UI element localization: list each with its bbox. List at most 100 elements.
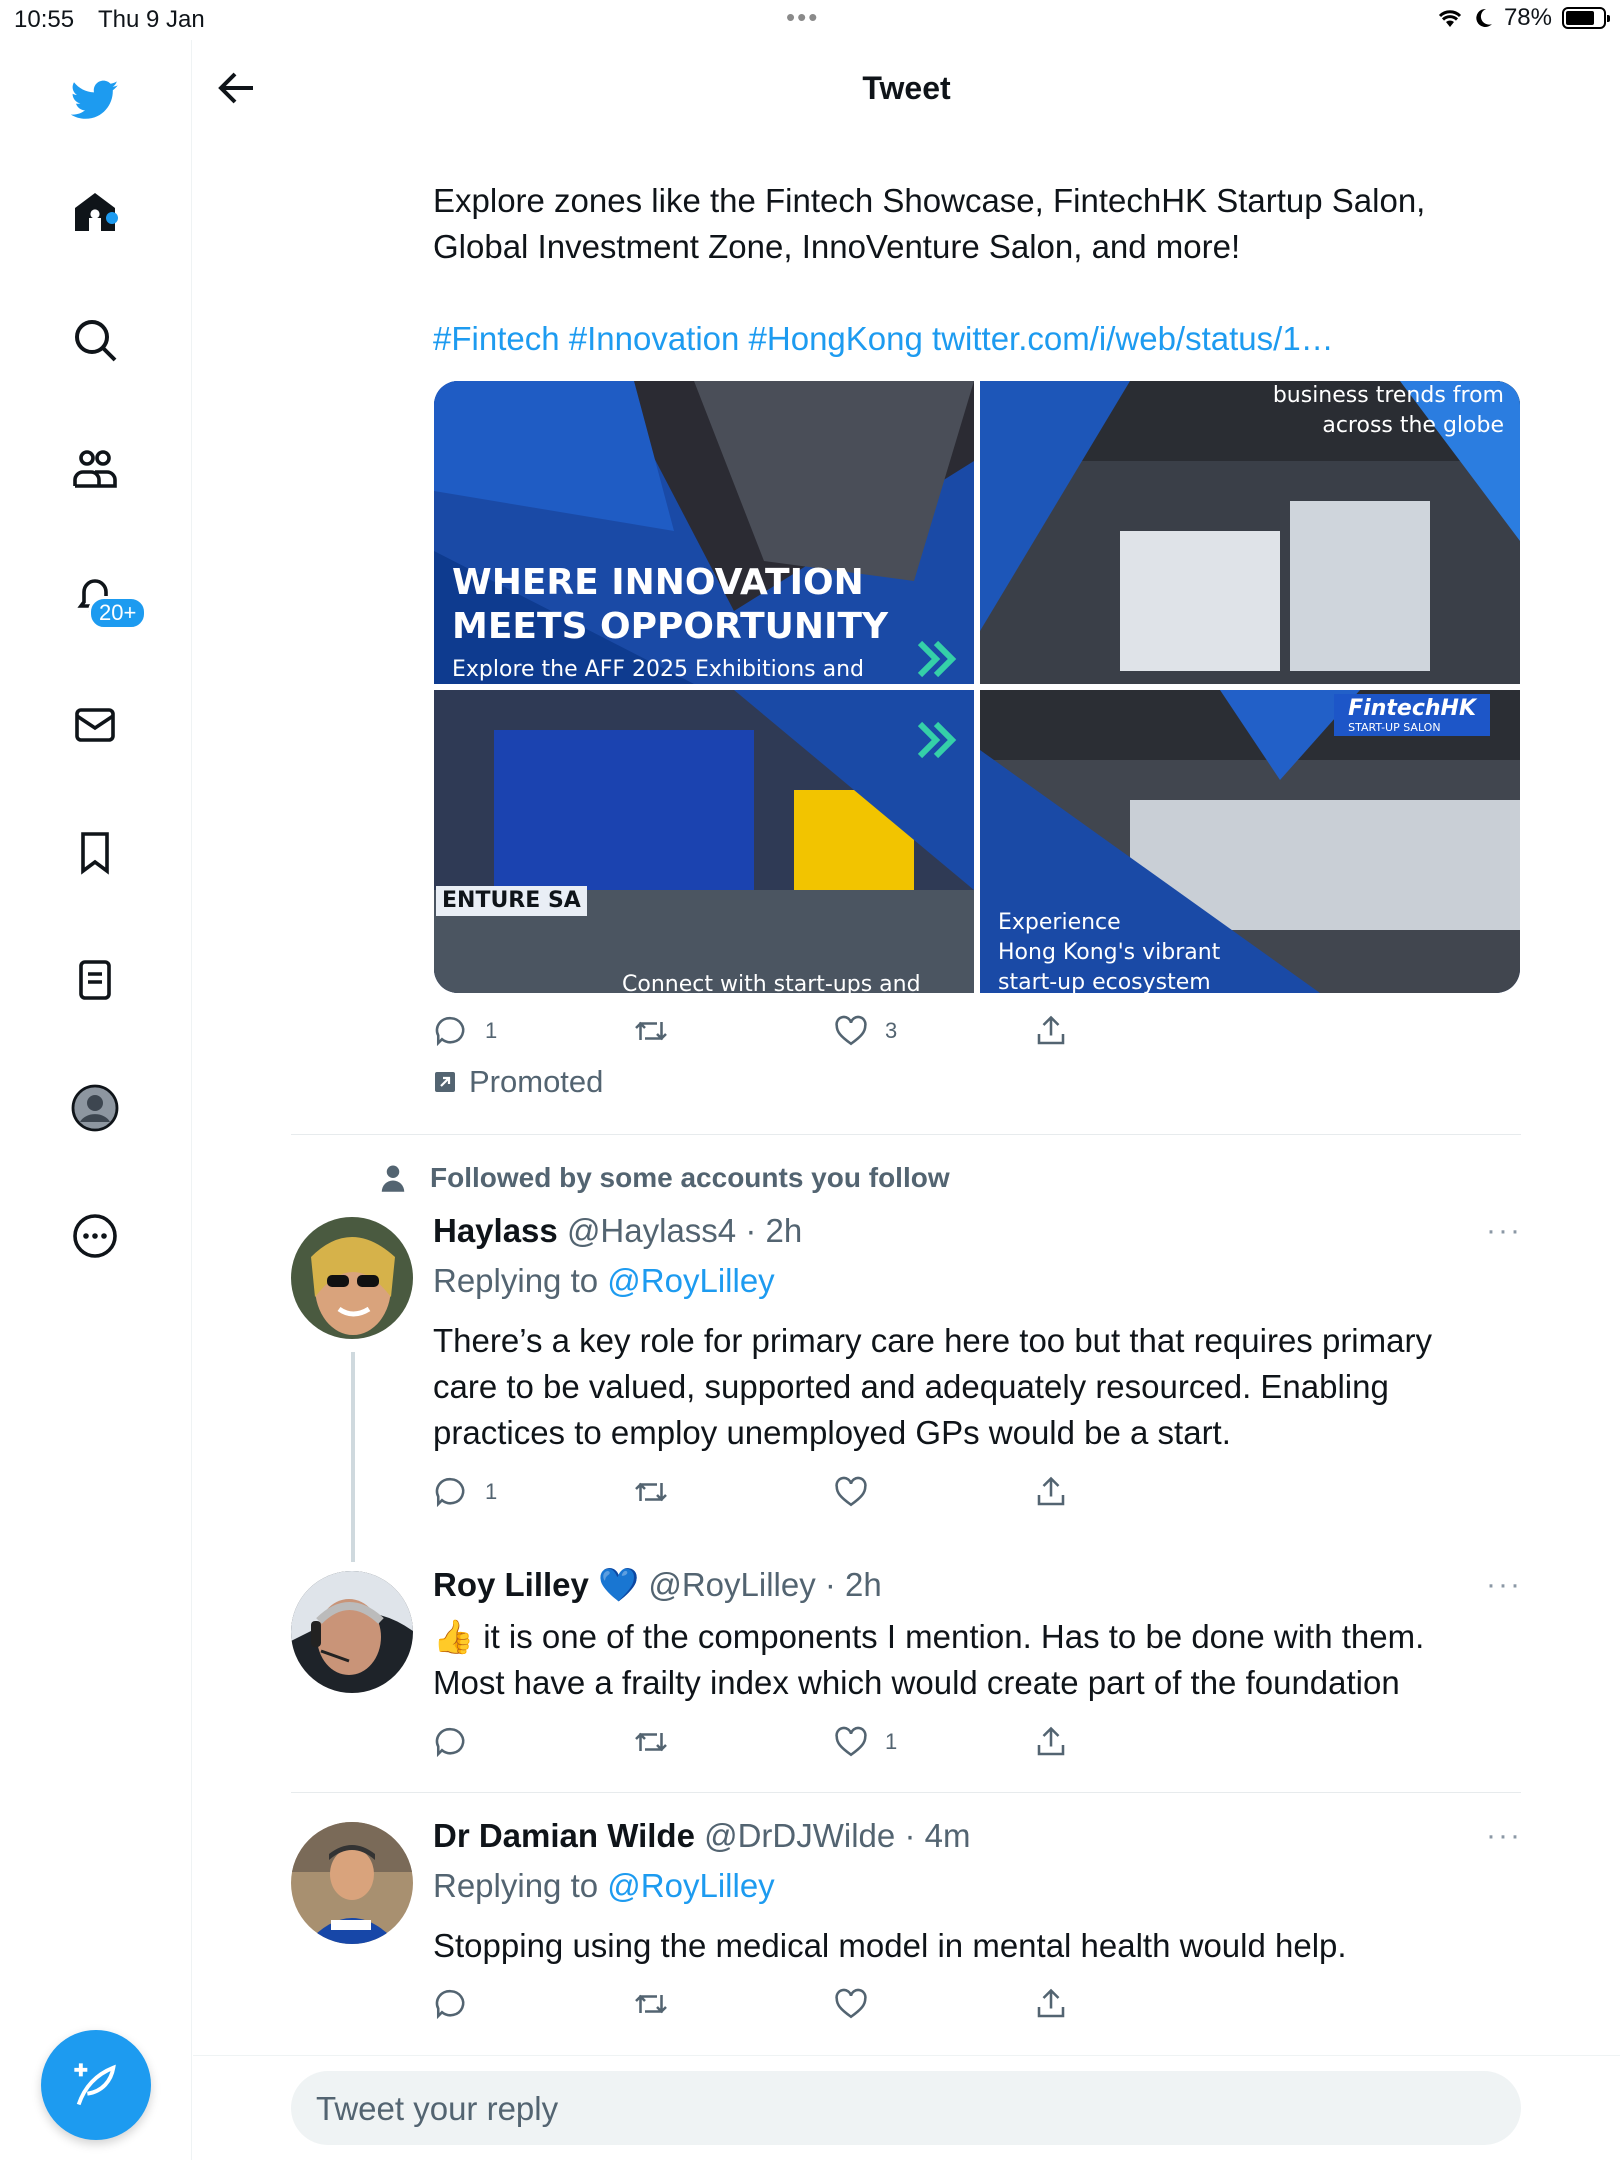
lists-icon[interactable] xyxy=(65,950,125,1010)
more-options-icon[interactable]: ··· xyxy=(1486,1819,1522,1853)
image-sign-subtitle: START-UP SALON xyxy=(1348,721,1441,734)
handle[interactable]: @RoyLilley xyxy=(648,1566,815,1603)
divider xyxy=(291,1134,1521,1135)
promoted-text: Promoted xyxy=(469,1064,604,1099)
tweet-actions: 1 3 xyxy=(433,1013,1093,1053)
image-sign: ENTURE SA xyxy=(436,886,587,916)
image-caption: Explore the AFF 2025 Exhibitions and xyxy=(452,657,865,682)
reply-text-line: There’s a key role for primary care here… xyxy=(433,1322,1432,1359)
heart-icon xyxy=(835,1988,867,2019)
home-icon[interactable] xyxy=(65,182,125,242)
like-button[interactable]: 1 xyxy=(833,1724,897,1760)
avatar[interactable] xyxy=(291,1571,413,1693)
display-name[interactable]: Roy Lilley xyxy=(433,1566,589,1603)
chevrons-icon xyxy=(918,640,957,678)
media-image-4[interactable]: FintechHK START-UP SALON Experience Hong… xyxy=(980,690,1520,993)
timestamp[interactable]: · 2h xyxy=(825,1566,882,1603)
retweet-button[interactable] xyxy=(633,1724,669,1760)
bookmarks-icon[interactable] xyxy=(65,822,125,882)
promoted-label: Promoted xyxy=(433,1064,603,1100)
image-caption: Experience Hong Kong's vibrant start-up … xyxy=(998,908,1220,993)
replying-prefix: Replying to xyxy=(433,1262,599,1299)
search-icon[interactable] xyxy=(65,310,125,370)
tweet-actions: 1 xyxy=(433,1724,1093,1764)
replying-to-link[interactable]: @RoyLilley xyxy=(607,1867,774,1904)
multitasking-dots-icon[interactable]: ••• xyxy=(786,2,819,33)
more-icon[interactable] xyxy=(65,1206,125,1266)
tweet-hashtags-link[interactable]: #Fintech #Innovation #HongKong twitter.c… xyxy=(433,316,1523,362)
image-headline-line: MEETS OPPORTUNITY xyxy=(452,606,889,647)
compose-tweet-button[interactable] xyxy=(41,2030,151,2140)
retweet-button[interactable] xyxy=(633,1474,669,1510)
share-button[interactable] xyxy=(1033,1013,1069,1049)
replying-to-line: Replying to @RoyLilley xyxy=(433,1867,775,1905)
display-name[interactable]: Haylass xyxy=(433,1212,558,1249)
status-time: 10:55 xyxy=(14,6,75,33)
heart-icon xyxy=(835,1726,867,1757)
media-image-1[interactable]: WHERE INNOVATION MEETS OPPORTUNITY Explo… xyxy=(434,381,974,684)
replying-to-link[interactable]: @RoyLilley xyxy=(607,1262,774,1299)
more-options-icon[interactable]: ··· xyxy=(1486,1214,1522,1248)
reply-text: Stopping using the medical model in ment… xyxy=(433,1923,1523,1969)
footer-divider xyxy=(193,2055,1620,2056)
retweet-button[interactable] xyxy=(633,1986,669,2022)
verified-heart-badge: 💙 xyxy=(598,1566,640,1603)
like-button[interactable]: 3 xyxy=(833,1013,897,1049)
tweet-text-line: Explore zones like the Fintech Showcase,… xyxy=(433,182,1426,219)
like-button[interactable] xyxy=(833,1474,869,1510)
media-image-3[interactable]: ENTURE SA Connect with start-ups and xyxy=(434,690,974,993)
tweet-media-grid[interactable]: WHERE INNOVATION MEETS OPPORTUNITY Explo… xyxy=(434,381,1520,993)
page-title: Tweet xyxy=(862,70,951,106)
reply-icon xyxy=(435,1727,465,1758)
share-button[interactable] xyxy=(1033,1474,1069,1510)
communities-icon[interactable] xyxy=(65,438,125,498)
tweet-actions xyxy=(433,1986,1093,2026)
reply-button[interactable] xyxy=(433,1724,469,1760)
divider xyxy=(291,1792,1521,1793)
reply-text-line: care to be valued, supported and adequat… xyxy=(433,1368,1389,1405)
notifications-badge: 20+ xyxy=(88,596,148,630)
retweet-button[interactable] xyxy=(633,1013,669,1049)
retweet-icon xyxy=(635,1732,667,1752)
share-button[interactable] xyxy=(1033,1724,1069,1760)
avatar[interactable] xyxy=(291,1822,413,1944)
like-count: 1 xyxy=(885,1729,898,1754)
share-button[interactable] xyxy=(1033,1986,1069,2022)
reply-button[interactable]: 1 xyxy=(433,1474,497,1510)
more-options-icon[interactable]: ··· xyxy=(1486,1568,1522,1602)
replying-to-line: Replying to @RoyLilley xyxy=(433,1262,775,1300)
tweet-text-line: Global Investment Zone, InnoVenture Salo… xyxy=(433,228,1241,265)
image-caption-line: Experience xyxy=(998,910,1121,935)
replying-prefix: Replying to xyxy=(433,1867,599,1904)
twitter-logo-icon[interactable] xyxy=(65,70,125,130)
reply-button[interactable]: 1 xyxy=(433,1013,497,1049)
reply-count: 1 xyxy=(485,1479,498,1504)
chevrons-icon xyxy=(918,721,957,759)
handle[interactable]: @Haylass4 xyxy=(567,1212,736,1249)
tweet-actions: 1 xyxy=(433,1474,1093,1514)
reply-author-line: Roy Lilley 💙 @RoyLilley · 2h xyxy=(433,1566,882,1605)
timestamp[interactable]: · 4m xyxy=(904,1817,970,1854)
messages-icon[interactable] xyxy=(65,694,125,754)
heart-icon xyxy=(835,1476,867,1507)
retweet-icon xyxy=(635,1482,667,1502)
avatar[interactable] xyxy=(291,1217,413,1339)
person-icon xyxy=(381,1165,405,1192)
timestamp[interactable]: · 2h xyxy=(745,1212,802,1249)
top-header: Tweet xyxy=(193,40,1620,140)
social-context: Followed by some accounts you follow xyxy=(378,1162,950,1194)
handle[interactable]: @DrDJWilde xyxy=(704,1817,895,1854)
reply-button[interactable] xyxy=(433,1986,469,2022)
image-background xyxy=(434,690,974,993)
reply-icon xyxy=(435,1989,465,2020)
sidebar-nav: 20+ xyxy=(0,40,192,2160)
tweet-text: Explore zones like the Fintech Showcase,… xyxy=(433,178,1523,270)
display-name[interactable]: Dr Damian Wilde xyxy=(433,1817,695,1854)
media-image-2[interactable]: business trends from across the globe xyxy=(980,381,1520,684)
reply-text-line: practices to employ unemployed GPs would… xyxy=(433,1414,1231,1451)
social-context-text: Followed by some accounts you follow xyxy=(430,1162,950,1193)
profile-icon[interactable] xyxy=(65,1078,125,1138)
share-icon xyxy=(1037,1015,1065,1045)
tweet-reply-input[interactable]: Tweet your reply xyxy=(291,2071,1521,2145)
like-button[interactable] xyxy=(833,1986,869,2022)
